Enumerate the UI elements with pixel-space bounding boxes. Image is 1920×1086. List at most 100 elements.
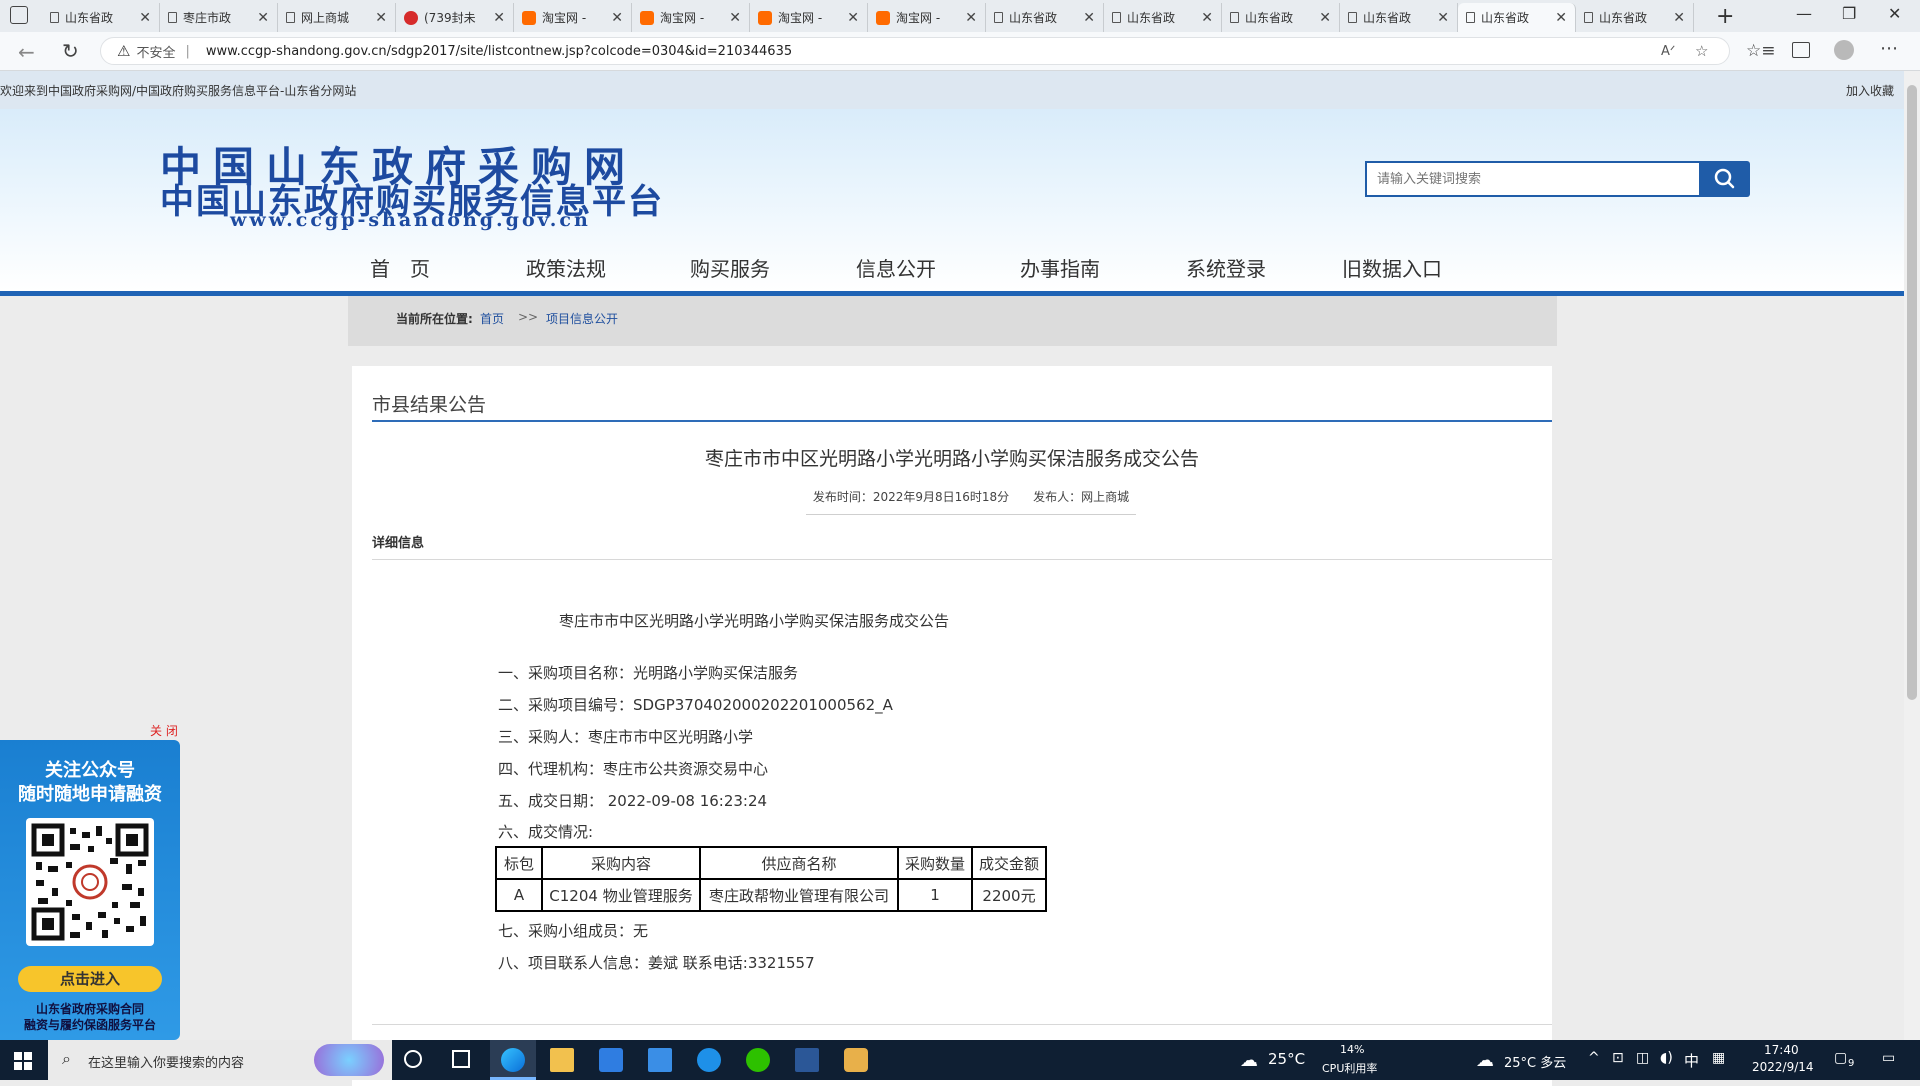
tab-close-icon[interactable]: ✕ (1201, 10, 1213, 26)
warning-icon[interactable]: ⚠ (117, 42, 130, 60)
browser-tab[interactable]: 山东省政 ✕ (1576, 3, 1694, 32)
nav-item[interactable]: 办事指南 (1020, 253, 1100, 282)
tab-close-icon[interactable]: ✕ (611, 10, 623, 26)
taskbar-search-text[interactable]: 在这里输入你要搜索的内容 (88, 1052, 244, 1071)
action-center-icon[interactable]: ▭ (1882, 1050, 1895, 1066)
page-icon (1348, 12, 1357, 23)
tab-close-icon[interactable]: ✕ (965, 10, 977, 26)
task-view-icon[interactable] (452, 1050, 470, 1068)
logo-url[interactable]: www.ccgp-shandong.gov.cn (230, 209, 591, 231)
browser-tab[interactable]: 山东省政 ✕ (986, 3, 1104, 32)
taskbar-search-box[interactable]: ⌕ 在这里输入你要搜索的内容 (48, 1040, 392, 1080)
browser-tab[interactable]: 淘宝网 - ✕ (750, 3, 868, 32)
ad-close-button[interactable]: 关 闭 (150, 722, 178, 739)
tab-close-icon[interactable]: ✕ (493, 10, 505, 26)
url-bar[interactable]: ⚠ 不安全 | www.ccgp-shandong.gov.cn/sdgp201… (100, 37, 1730, 65)
browser-tab[interactable]: 山东省政 ✕ (42, 3, 160, 32)
favorites-icon[interactable]: ☆≡ (1746, 41, 1775, 61)
table-header-cell: 供应商名称 (699, 846, 899, 880)
tab-close-icon[interactable]: ✕ (847, 10, 859, 26)
ad-enter-button[interactable]: 点击进入 (18, 966, 162, 992)
tab-close-icon[interactable]: ✕ (729, 10, 741, 26)
article-line: 二、采购项目编号：SDGP370402000202201000562_A (498, 696, 893, 714)
restore-icon[interactable]: ❐ (1842, 4, 1856, 23)
wechat-icon[interactable] (746, 1048, 770, 1072)
store-icon[interactable] (599, 1048, 623, 1072)
search-icon (1714, 168, 1735, 189)
cpu-label[interactable]: CPU利用率 (1322, 1060, 1377, 1076)
bookmark-link[interactable]: 加入收藏 (1846, 82, 1894, 99)
browser-tab[interactable]: 山东省政 ✕ (1104, 3, 1222, 32)
browser-tab-title: 淘宝网 - (660, 11, 705, 25)
nav-item[interactable]: 旧数据入口 (1342, 253, 1442, 282)
app-icon[interactable] (844, 1048, 868, 1072)
browser-tab[interactable]: 淘宝网 - ✕ (514, 3, 632, 32)
browser-tab[interactable]: 网上商城 ✕ (278, 3, 396, 32)
browser-tab-title: 淘宝网 - (778, 11, 823, 25)
tray-chevron-icon[interactable]: ^ (1588, 1050, 1600, 1066)
nav-item[interactable]: 购买服务 (690, 253, 770, 282)
tab-close-icon[interactable]: ✕ (1673, 10, 1685, 26)
collections-icon[interactable] (1792, 42, 1810, 58)
keyboard-icon[interactable]: ▦ (1712, 1050, 1725, 1066)
weather-cloud-icon[interactable]: ☁ (1240, 1050, 1258, 1071)
refresh-icon[interactable]: ↻ (62, 39, 79, 63)
nav-item[interactable]: 信息公开 (856, 253, 936, 282)
breadcrumb-home-link[interactable]: 首页 (480, 310, 504, 327)
tab-actions-icon[interactable] (10, 6, 28, 24)
tab-close-icon[interactable]: ✕ (1319, 10, 1331, 26)
minimize-icon[interactable]: — (1796, 4, 1812, 23)
cortana-icon[interactable] (404, 1050, 422, 1068)
search-button[interactable] (1700, 161, 1750, 197)
scrollbar-thumb[interactable] (1907, 85, 1917, 700)
close-window-icon[interactable]: ✕ (1888, 4, 1901, 23)
clock-time[interactable]: 17:40 (1764, 1043, 1799, 1057)
tab-close-icon[interactable]: ✕ (1437, 10, 1449, 26)
tab-close-icon[interactable]: ✕ (1555, 10, 1567, 26)
weather-cloud2-icon[interactable]: ☁ (1476, 1050, 1494, 1071)
favorite-star-icon[interactable]: ☆ (1695, 42, 1708, 60)
browser-tab[interactable]: 淘宝网 - ✕ (868, 3, 986, 32)
chat-icon[interactable]: ▢ (1834, 1050, 1847, 1066)
notification-count[interactable]: 9 (1848, 1058, 1854, 1069)
read-aloud-icon[interactable]: Aᐟ (1661, 44, 1675, 59)
edge-icon[interactable] (501, 1048, 525, 1072)
cpu-percent[interactable]: 14% (1340, 1043, 1364, 1056)
profile-avatar[interactable] (1834, 40, 1854, 60)
nav-item[interactable]: 首 页 (370, 253, 430, 282)
nav-item[interactable]: 政策法规 (526, 253, 606, 282)
security-label[interactable]: 不安全 (136, 42, 175, 61)
browser-tab[interactable]: 山东省政 ✕ (1340, 3, 1458, 32)
mail-icon[interactable] (648, 1048, 672, 1072)
new-tab-button[interactable]: + (1716, 4, 1734, 29)
tab-close-icon[interactable]: ✕ (375, 10, 387, 26)
weather-temp[interactable]: 25°C (1268, 1050, 1305, 1068)
tab-close-icon[interactable]: ✕ (139, 10, 151, 26)
url-text[interactable]: www.ccgp-shandong.gov.cn/sdgp2017/site/l… (206, 44, 792, 59)
weather-summary[interactable]: 25°C 多云 (1504, 1052, 1566, 1071)
tab-close-icon[interactable]: ✕ (257, 10, 269, 26)
windows-start-icon[interactable] (14, 1052, 32, 1074)
search-input[interactable] (1365, 161, 1701, 197)
back-icon[interactable]: ← (18, 40, 35, 64)
tab-close-icon[interactable]: ✕ (1083, 10, 1095, 26)
qr-ad-banner[interactable]: 关注公众号 随时随地申请融资 点击进入 山东省政府采购合同 融资与履约保函服务平… (0, 740, 180, 1040)
browser-tab[interactable]: (739封未 ✕ (396, 3, 514, 32)
breadcrumb-current-link[interactable]: 项目信息公开 (546, 310, 618, 327)
ie-icon[interactable] (697, 1048, 721, 1072)
table-header-cell: 采购内容 (541, 846, 701, 880)
ime-indicator[interactable]: 中 (1684, 1050, 1699, 1071)
browser-tab[interactable]: 山东省政 ✕ (1458, 3, 1576, 32)
volume-icon[interactable]: ◖) (1660, 1050, 1673, 1066)
browser-tab[interactable]: 山东省政 ✕ (1222, 3, 1340, 32)
browser-tab[interactable]: 淘宝网 - ✕ (632, 3, 750, 32)
word-icon[interactable] (795, 1048, 819, 1072)
more-icon[interactable]: ⋯ (1880, 38, 1898, 59)
taobao-icon (640, 10, 654, 25)
network-icon[interactable]: ⊡ (1612, 1050, 1624, 1066)
nav-item[interactable]: 系统登录 (1186, 253, 1266, 282)
wifi-icon[interactable]: ◫ (1636, 1050, 1649, 1066)
file-explorer-icon[interactable] (550, 1048, 574, 1072)
clock-date[interactable]: 2022/9/14 (1752, 1060, 1814, 1074)
browser-tab[interactable]: 枣庄市政 ✕ (160, 3, 278, 32)
